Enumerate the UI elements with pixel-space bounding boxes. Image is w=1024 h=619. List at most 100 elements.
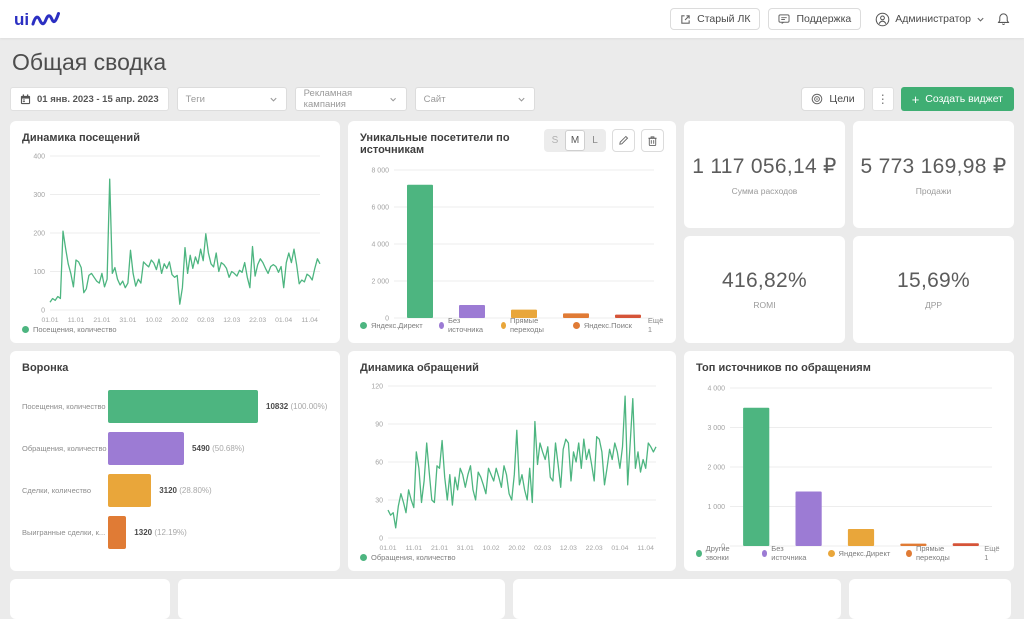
svg-text:20.02: 20.02 xyxy=(171,317,188,324)
funnel-row: Сделки, количество3120 (28.80%) xyxy=(22,474,328,507)
stat-value: 1 117 056,14 ₽ xyxy=(692,154,836,179)
funnel-value: 5490 (50.68%) xyxy=(192,444,245,453)
chart-legend: Посещения, количество xyxy=(22,325,328,334)
svg-text:400: 400 xyxy=(33,154,45,161)
legend-item[interactable]: Яндекс.Директ xyxy=(828,549,891,558)
uis-logo-icon: ui xyxy=(14,7,66,31)
bell-icon xyxy=(997,12,1010,26)
user-menu[interactable]: Администратор xyxy=(875,12,985,27)
legend-item[interactable]: Без источника xyxy=(439,316,485,334)
chart-legend: Другие звонки Без источника Яндекс.Директ П… xyxy=(696,544,1002,562)
svg-text:01.01: 01.01 xyxy=(379,545,396,552)
legend-item[interactable]: Яндекс.Директ xyxy=(360,321,423,330)
dashboard-menu-button[interactable]: ⋮ xyxy=(872,87,894,111)
svg-text:31.01: 31.01 xyxy=(457,545,474,552)
funnel-row-label: Сделки, количество xyxy=(22,486,108,495)
widget-requests-dynamics: Динамика обращений 030609012001.0111.012… xyxy=(348,351,676,571)
support-button[interactable]: Поддержка xyxy=(768,8,861,30)
chevron-down-icon xyxy=(269,95,278,104)
size-segmented-control: S M L xyxy=(544,129,606,152)
funnel-row: Выигранные сделки, к...1320 (12.19%) xyxy=(22,516,328,549)
campaign-select[interactable]: Рекламная кампания xyxy=(295,87,407,111)
funnel-percent: (50.68%) xyxy=(212,444,244,453)
funnel-row-label: Выигранные сделки, к... xyxy=(22,528,108,537)
size-m-button[interactable]: M xyxy=(565,130,585,151)
svg-text:21.01: 21.01 xyxy=(93,317,110,324)
stat-card-drr: 15,69% ДРР xyxy=(853,236,1014,343)
svg-text:20.02: 20.02 xyxy=(508,545,525,552)
svg-text:11.01: 11.01 xyxy=(68,317,85,324)
external-link-icon xyxy=(680,14,691,25)
svg-text:300: 300 xyxy=(33,192,45,199)
tags-select[interactable]: Теги xyxy=(177,87,287,111)
widgets-row-1: Динамика посещений 010020030040001.0111.… xyxy=(10,121,1014,343)
pencil-icon xyxy=(618,135,629,146)
uis-logo[interactable]: ui xyxy=(14,7,66,31)
legend-dot xyxy=(360,554,367,561)
date-range-picker[interactable]: 01 янв. 2023 - 15 апр. 2023 xyxy=(10,87,169,111)
legend-item[interactable]: Прямые переходы xyxy=(501,316,557,334)
widget-top-sources: Топ источников по обращениям 01 0002 000… xyxy=(684,351,1014,571)
widgets-row-2: Воронка Посещения, количество10832 (100.… xyxy=(10,351,1014,571)
legend-label: Яндекс.Поиск xyxy=(584,321,632,330)
legend-label: Прямые переходы xyxy=(916,544,968,562)
chevron-down-icon xyxy=(389,95,397,104)
unique-visitors-bar-chart: 02 0004 0006 0008 000 xyxy=(360,160,664,308)
plus-icon: + xyxy=(912,93,920,106)
legend-dot xyxy=(501,322,506,329)
svg-text:11.04: 11.04 xyxy=(637,545,654,552)
size-l-button[interactable]: L xyxy=(585,130,605,151)
more-sources-label: Ещё 1 xyxy=(984,544,1002,562)
site-placeholder: Сайт xyxy=(424,94,446,105)
svg-text:02.03: 02.03 xyxy=(534,545,551,552)
old-lk-button[interactable]: Старый ЛК xyxy=(670,8,760,30)
widget-controls: S M L xyxy=(544,129,664,152)
legend-item[interactable]: Без источника xyxy=(762,544,812,562)
stat-label: Сумма расходов xyxy=(732,186,798,196)
size-s-button[interactable]: S xyxy=(545,130,565,151)
partial-widget-card xyxy=(178,579,505,619)
partial-widget-card xyxy=(513,579,841,619)
funnel-row: Посещения, количество10832 (100.00%) xyxy=(22,390,328,423)
svg-text:22.03: 22.03 xyxy=(586,545,603,552)
stat-card-expenses: 1 117 056,14 ₽ Сумма расходов xyxy=(684,121,845,228)
svg-text:0: 0 xyxy=(41,308,45,315)
widget-unique-visitors: Уникальные посетители по источникам S M … xyxy=(348,121,676,343)
goals-button[interactable]: Цели xyxy=(801,87,864,111)
legend-dot xyxy=(439,322,444,329)
create-widget-button[interactable]: + Создать виджет xyxy=(901,87,1014,111)
funnel-percent: (100.00%) xyxy=(290,402,327,411)
widget-title: Топ источников по обращениям xyxy=(696,362,1002,374)
svg-text:60: 60 xyxy=(375,460,383,467)
svg-text:3 000: 3 000 xyxy=(707,425,725,432)
old-lk-label: Старый ЛК xyxy=(697,13,750,25)
svg-text:2 000: 2 000 xyxy=(707,465,725,472)
legend-dot xyxy=(22,326,29,333)
legend-item[interactable]: Другие звонки xyxy=(696,544,746,562)
svg-text:02.03: 02.03 xyxy=(197,317,214,324)
chevron-down-icon xyxy=(517,95,526,104)
legend-label: Другие звонки xyxy=(706,544,746,562)
svg-text:0: 0 xyxy=(379,536,383,543)
stat-label: ROMI xyxy=(753,300,775,310)
legend-item[interactable]: Прямые переходы xyxy=(906,544,968,562)
legend-item[interactable]: Обращения, количество xyxy=(360,553,456,562)
notifications-bell-button[interactable] xyxy=(997,12,1010,26)
svg-text:100: 100 xyxy=(33,269,45,276)
visits-line-chart: 010020030040001.0111.0121.0131.0110.0220… xyxy=(22,148,328,317)
funnel-percent: (28.80%) xyxy=(179,486,211,495)
legend-dot xyxy=(360,322,367,329)
svg-text:10.02: 10.02 xyxy=(145,317,162,324)
legend-dot xyxy=(906,550,912,557)
more-sources-label: Ещё 1 xyxy=(648,316,664,334)
stat-card-sales: 5 773 169,98 ₽ Продажи xyxy=(853,121,1014,228)
legend-item[interactable]: Яндекс.Поиск xyxy=(573,321,632,330)
main-content: Общая сводка 01 янв. 2023 - 15 апр. 2023… xyxy=(0,47,1024,619)
tags-placeholder: Теги xyxy=(186,94,205,105)
edit-widget-button[interactable] xyxy=(612,129,635,152)
delete-widget-button[interactable] xyxy=(641,129,664,152)
site-select[interactable]: Сайт xyxy=(415,87,535,111)
svg-text:01.04: 01.04 xyxy=(611,545,628,552)
chart-legend: Обращения, количество xyxy=(360,553,664,562)
legend-item[interactable]: Посещения, количество xyxy=(22,325,117,334)
